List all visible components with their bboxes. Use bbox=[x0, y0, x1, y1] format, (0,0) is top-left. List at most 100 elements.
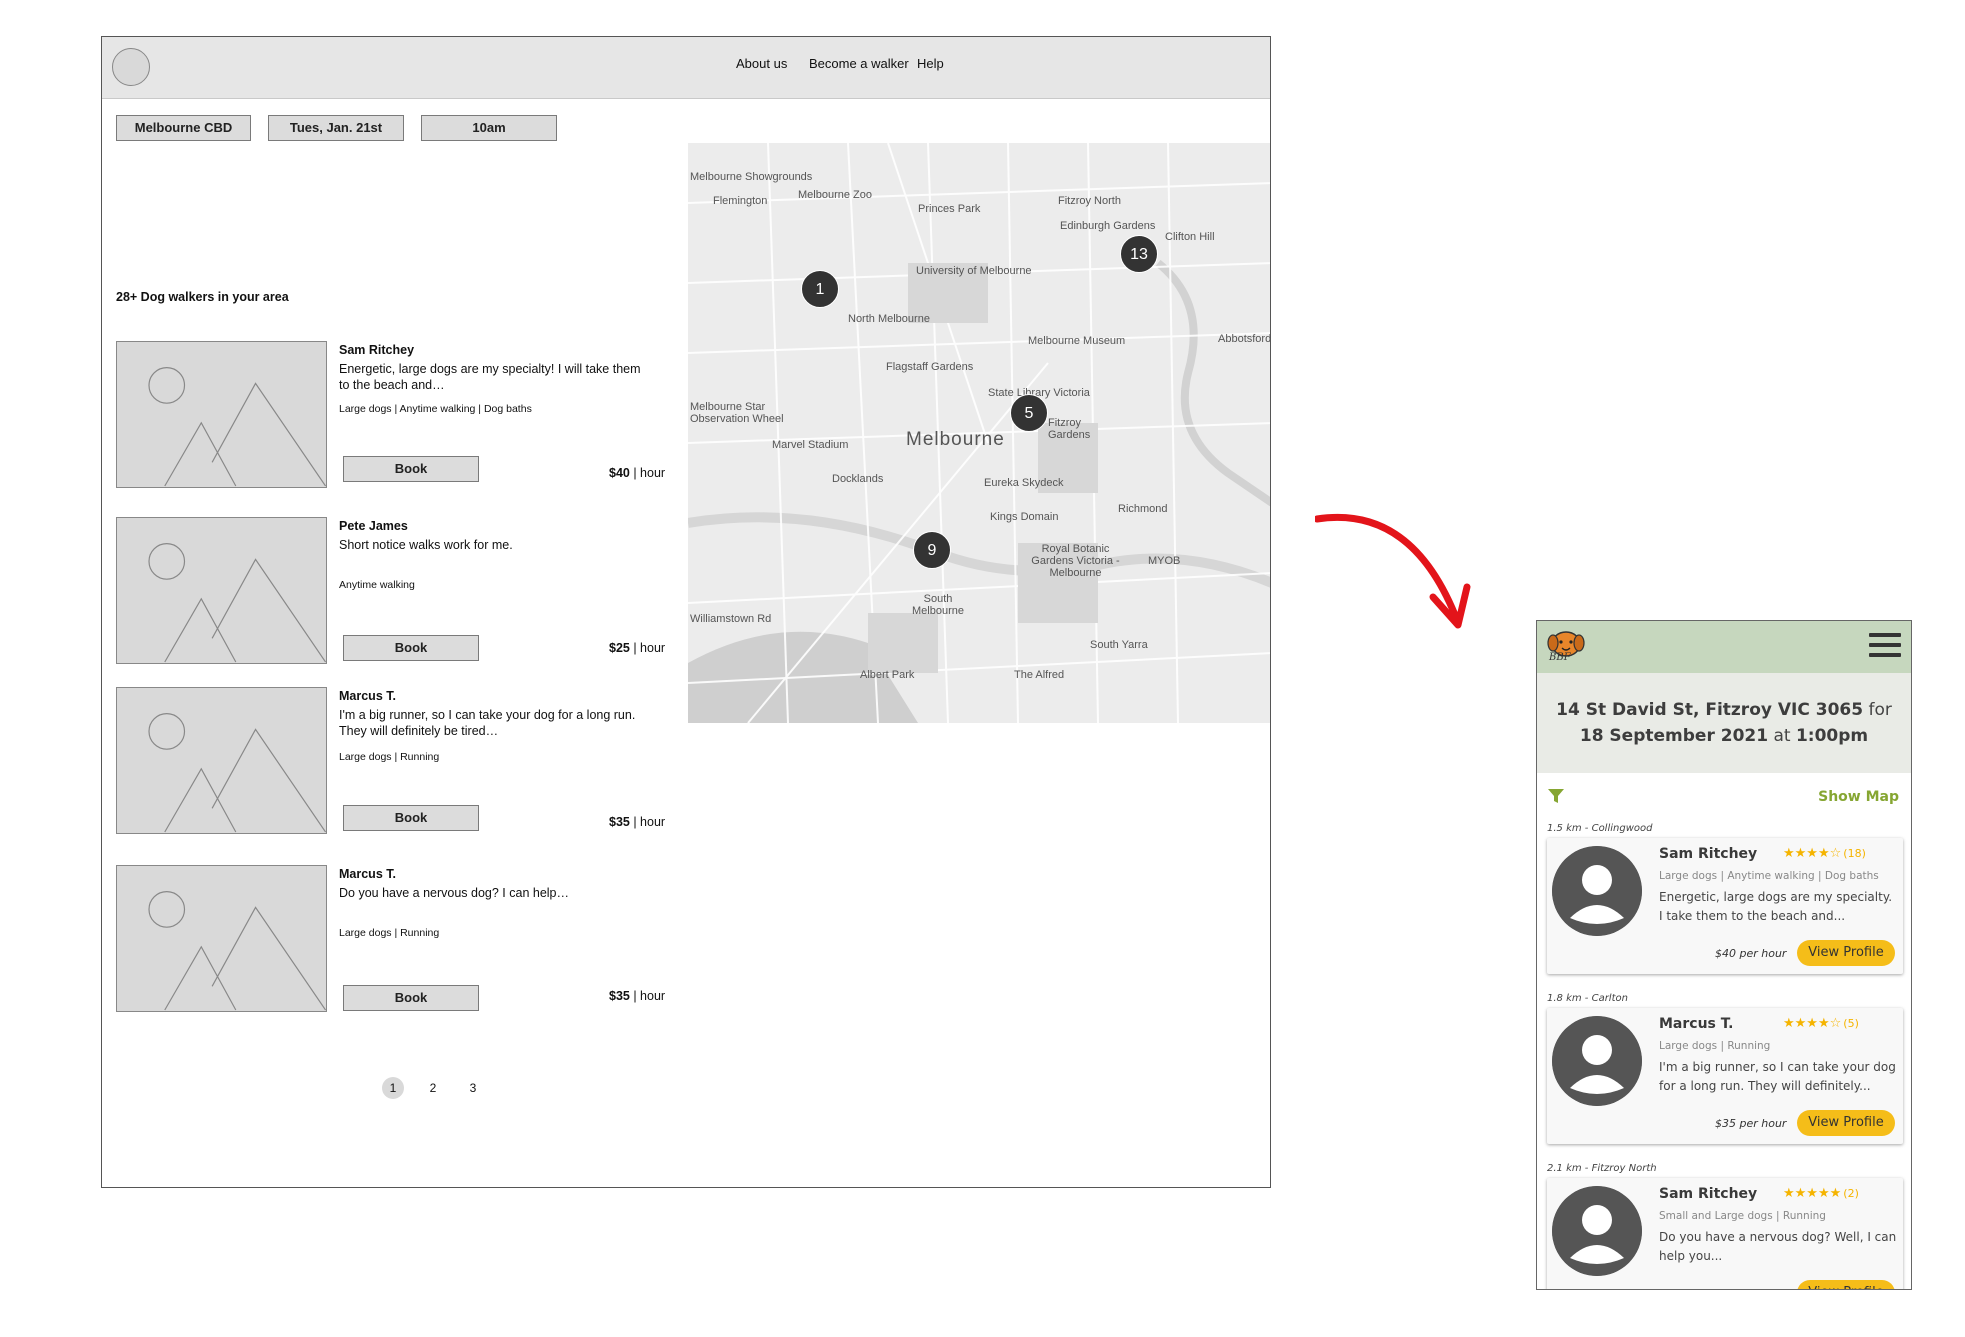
walker-tags: Large dogs | Running bbox=[339, 927, 440, 939]
walker-card: Marcus T. I'm a big runner, so I can tak… bbox=[116, 687, 676, 837]
walker-name: Marcus T. bbox=[339, 867, 396, 881]
page-3[interactable]: 3 bbox=[462, 1077, 484, 1099]
desktop-wireframe: About us Become a walker Help Melbourne … bbox=[101, 36, 1271, 1188]
map-label: Eureka Skydeck bbox=[984, 477, 1064, 489]
book-button[interactable]: Book bbox=[343, 805, 479, 831]
walker-card[interactable]: Sam Ritchey ★★★★★ (2) Small and Large dog… bbox=[1547, 1178, 1903, 1289]
price-unit: | hour bbox=[629, 989, 666, 1003]
map-pin[interactable]: 13 bbox=[1120, 235, 1158, 273]
page-1[interactable]: 1 bbox=[382, 1077, 404, 1099]
walker-description: Do you have a nervous dog? I can help… bbox=[339, 886, 570, 900]
walker-name: Sam Ritchey bbox=[1659, 1186, 1758, 1202]
stars-icon: ★★★★★ bbox=[1783, 1186, 1842, 1201]
walker-description: Do you have a nervous dog? Well, I can h… bbox=[1659, 1230, 1897, 1263]
map-label: South Yarra bbox=[1090, 639, 1148, 651]
map-pin[interactable]: 5 bbox=[1010, 394, 1048, 432]
walker-description: Energetic, large dogs are my specialty! … bbox=[339, 362, 641, 392]
walker-card: Sam Ritchey Energetic, large dogs are my… bbox=[116, 341, 676, 491]
book-button[interactable]: Book bbox=[343, 635, 479, 661]
search-date: 18 September 2021 bbox=[1579, 726, 1769, 746]
logo-text: BBF bbox=[1549, 652, 1571, 663]
logo-placeholder[interactable] bbox=[112, 48, 150, 86]
map-label: Melbourne Showgrounds bbox=[690, 171, 813, 183]
map-pin[interactable]: 1 bbox=[801, 270, 839, 308]
walker-price: $35 | hour bbox=[609, 989, 665, 1003]
walker-description: I'm a big runner, so I can take your dog… bbox=[339, 708, 636, 738]
hamburger-menu-icon[interactable] bbox=[1869, 633, 1901, 661]
map-label: Fitzroy North bbox=[1058, 195, 1121, 207]
mobile-mockup: BBF 14 St David St, Fitzroy VIC 3065 for… bbox=[1536, 620, 1912, 1290]
map-label: South Melbourne bbox=[912, 593, 964, 617]
book-button[interactable]: Book bbox=[343, 456, 479, 482]
map-city-label: Melbourne bbox=[906, 429, 1005, 450]
map-label: Docklands bbox=[832, 473, 884, 485]
walker-name: Marcus T. bbox=[339, 689, 396, 703]
map-label: Marvel Stadium bbox=[772, 439, 849, 451]
avatar-icon bbox=[1552, 846, 1642, 936]
avatar-icon bbox=[1552, 1186, 1642, 1276]
map-label: Albert Park bbox=[860, 669, 915, 681]
walker-price: $35 | hour bbox=[609, 815, 665, 829]
map-pin[interactable]: 9 bbox=[913, 531, 951, 569]
walker-tags: Large dogs | Anytime walking | Dog baths bbox=[339, 403, 532, 415]
map-label: Edinburgh Gardens bbox=[1060, 220, 1156, 232]
filter-icon[interactable] bbox=[1547, 787, 1565, 805]
mobile-header: BBF bbox=[1537, 621, 1911, 673]
search-at-text: at bbox=[1768, 726, 1796, 746]
show-map-link[interactable]: Show Map bbox=[1818, 789, 1899, 805]
view-profile-button[interactable]: View Profile bbox=[1797, 940, 1895, 966]
map-label: Royal Botanic Gardens Victoria - Melbour… bbox=[1031, 543, 1120, 579]
search-address: 14 St David St, Fitzroy VIC 3065 bbox=[1556, 700, 1864, 720]
nav-help[interactable]: Help bbox=[917, 56, 944, 71]
price-unit: | hour bbox=[629, 641, 666, 655]
search-time: 1:00pm bbox=[1795, 726, 1869, 746]
search-summary[interactable]: 14 St David St, Fitzroy VIC 3065 for 18 … bbox=[1537, 673, 1911, 773]
walker-name: Sam Ritchey bbox=[1659, 846, 1758, 862]
walker-tags: Anytime walking bbox=[339, 579, 415, 591]
walker-tags: Small and Large dogs | Running bbox=[1659, 1210, 1826, 1222]
map-label: Flemington bbox=[713, 195, 768, 207]
walker-card[interactable]: Sam Ritchey ★★★★☆ (18) Large dogs | Anyti… bbox=[1547, 838, 1903, 974]
image-placeholder-icon bbox=[116, 341, 327, 488]
map-label: Williamstown Rd bbox=[690, 613, 772, 625]
nav-become-a-walker[interactable]: Become a walker bbox=[809, 56, 909, 71]
image-placeholder-icon bbox=[116, 517, 327, 664]
location-filter[interactable]: Melbourne CBD bbox=[116, 115, 251, 141]
walker-price: $40 per hour bbox=[1715, 947, 1787, 960]
price-unit: | hour bbox=[629, 466, 666, 480]
time-filter[interactable]: 10am bbox=[421, 115, 557, 141]
search-for-text: for bbox=[1863, 700, 1892, 720]
star-rating: ★★★★☆ (5) bbox=[1783, 1016, 1859, 1031]
walker-card[interactable]: Marcus T. ★★★★☆ (5) Large dogs | Running … bbox=[1547, 1008, 1903, 1144]
map-label: Abbotsford bbox=[1218, 333, 1271, 345]
view-profile-button[interactable]: View Profile bbox=[1797, 1110, 1895, 1136]
walker-description: Energetic, large dogs are my specialty. … bbox=[1659, 890, 1893, 923]
card-distance: 2.1 km - Fitzroy North bbox=[1547, 1163, 1657, 1174]
price-value: $40 bbox=[609, 466, 630, 480]
map-label: Richmond bbox=[1118, 503, 1168, 515]
pagination: 1 2 3 bbox=[382, 1077, 492, 1099]
nav-about-us[interactable]: About us bbox=[736, 56, 787, 71]
book-button[interactable]: Book bbox=[343, 985, 479, 1011]
date-filter[interactable]: Tues, Jan. 21st bbox=[268, 115, 404, 141]
results-count: 28+ Dog walkers in your area bbox=[116, 290, 289, 304]
review-count: (2) bbox=[1843, 1187, 1859, 1200]
map-label: Melbourne Museum bbox=[1028, 335, 1126, 347]
card-distance: 1.8 km - Carlton bbox=[1547, 993, 1628, 1004]
desktop-header: About us Become a walker Help bbox=[102, 37, 1270, 99]
walker-card: Pete James Short notice walks work for m… bbox=[116, 517, 676, 667]
map-label: Fitzroy Gardens bbox=[1048, 417, 1091, 441]
price-unit: | hour bbox=[629, 815, 666, 829]
map-label: University of Melbourne bbox=[916, 265, 1032, 277]
page-2[interactable]: 2 bbox=[422, 1077, 444, 1099]
view-profile-button[interactable]: View Profile bbox=[1797, 1280, 1895, 1289]
map-label: North Melbourne bbox=[848, 313, 930, 325]
walker-card: Marcus T. Do you have a nervous dog? I c… bbox=[116, 865, 676, 1015]
image-placeholder-icon bbox=[116, 865, 327, 1012]
walker-tags: Large dogs | Running bbox=[339, 751, 440, 763]
map-label: Clifton Hill bbox=[1165, 231, 1215, 243]
map-label: MYOB bbox=[1148, 555, 1181, 567]
map[interactable]: Melbourne Showgrounds Melbourne Zoo Flem… bbox=[688, 143, 1271, 723]
walker-description: I'm a big runner, so I can take your dog… bbox=[1659, 1060, 1896, 1093]
walker-price: $25 | hour bbox=[609, 641, 665, 655]
